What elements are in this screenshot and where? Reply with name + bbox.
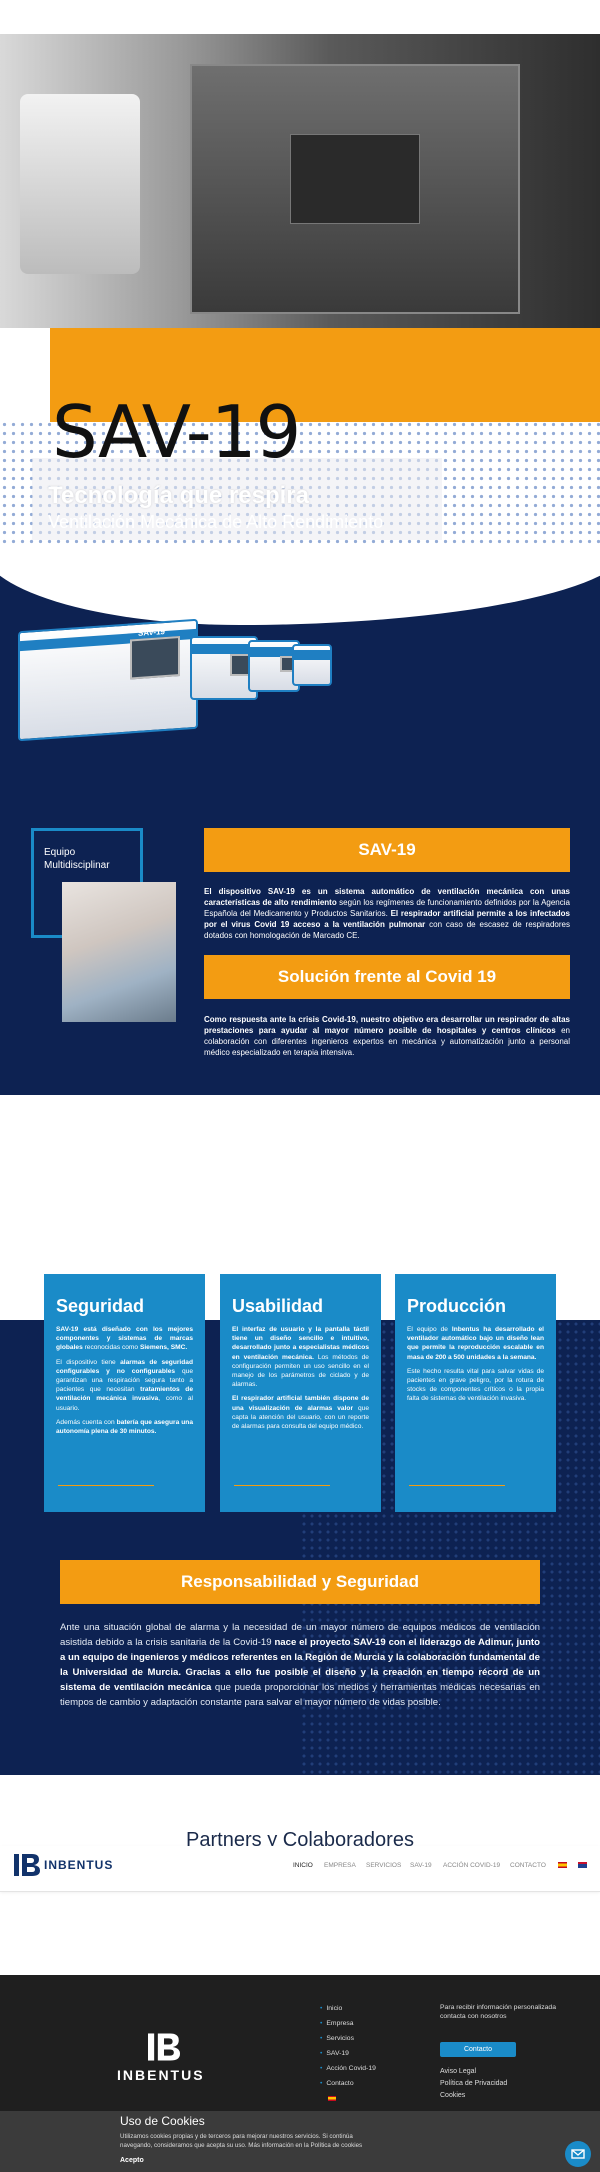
card-title: Usabilidad (232, 1296, 324, 1316)
responsabilidad-description: Ante una situación global de alarma y la… (60, 1620, 540, 1710)
hero-subtitle: Tecnología que respira (48, 482, 309, 509)
unit-label: SAV-19 (138, 627, 165, 638)
solucion-description: Como respuesta ante la crisis Covid-19, … (204, 1014, 570, 1058)
card-paragraph: Este hecho resulta vital para salvar vid… (407, 1367, 544, 1403)
ventilator-unit: SAV-19 (18, 618, 198, 742)
circuit-board-image (290, 134, 420, 224)
footer-link-accion-covid[interactable]: Acción Covid-19 (320, 2065, 376, 2072)
equipo-label: Equipo Multidisciplinar (44, 847, 110, 871)
card-divider (409, 1485, 505, 1486)
footer-link-contacto[interactable]: Contacto (320, 2080, 353, 2087)
ventilator-unit (292, 644, 332, 686)
nav-logo-text[interactable]: INBENTUS (44, 1858, 113, 1872)
card-title: Seguridad (56, 1296, 145, 1316)
cookies-link[interactable]: Cookies (440, 2092, 465, 2099)
mail-button[interactable] (565, 2141, 591, 2167)
card-produccion: Producción El equipo de Inbentus ha desa… (395, 1274, 556, 1512)
contact-button[interactable]: Contacto (440, 2042, 516, 2057)
team-photo (62, 882, 176, 1022)
cookie-text: Utilizamos cookies propias y de terceros… (120, 2133, 363, 2149)
sav19-heading-button[interactable]: SAV-19 (204, 828, 570, 872)
card-paragraph: SAV-19 está diseñado con los mejores com… (56, 1326, 193, 1352)
nav-item-sav19[interactable]: SAV-19 (410, 1862, 432, 1869)
cookie-title: Uso de Cookies (120, 2114, 205, 2128)
device-image (20, 94, 140, 274)
card-paragraph: Además cuenta con batería que asegura un… (56, 1418, 193, 1436)
hero-tagline: Ventilación Mecánica de Alto Rendimiento (48, 512, 384, 532)
flag-es-icon[interactable] (328, 2096, 336, 2101)
inbentus-logo-icon[interactable] (14, 1854, 40, 1876)
card-divider (234, 1485, 330, 1486)
solucion-heading-button[interactable]: Solución frente al Covid 19 (204, 955, 570, 999)
footer-logo-text: INBENTUS (117, 2067, 205, 2083)
nav-item-inicio[interactable]: INICIO (293, 1862, 313, 1869)
card-paragraph: El dispositivo tiene alarmas de segurida… (56, 1358, 193, 1412)
footer-link-servicios[interactable]: Servicios (320, 2035, 354, 2042)
card-usabilidad: Usabilidad El interfaz de usuario y la p… (220, 1274, 381, 1512)
card-paragraph: El equipo de Inbentus ha desarrollado el… (407, 1326, 544, 1361)
footer-link-empresa[interactable]: Empresa (320, 2020, 353, 2027)
footer-note: Para recibir información personalizada c… (440, 2004, 556, 2020)
responsabilidad-heading-button[interactable]: Responsabilidad y Seguridad (60, 1560, 540, 1604)
card-divider (58, 1485, 154, 1486)
card-seguridad: Seguridad SAV-19 está diseñado con los m… (44, 1274, 205, 1512)
card-paragraph: El interfaz de usuario y la pantalla tác… (232, 1326, 369, 1389)
aviso-legal-link[interactable]: Aviso Legal (440, 2068, 476, 2075)
card-paragraph: El respirador artificial también dispone… (232, 1395, 369, 1431)
card-title: Producción (407, 1296, 507, 1316)
privacidad-link[interactable]: Política de Privacidad (440, 2080, 507, 2087)
inbentus-logo-icon (148, 2033, 180, 2061)
nav-item-contacto[interactable]: CONTACTO (510, 1862, 546, 1869)
flag-es-icon[interactable] (558, 1862, 567, 1868)
cookie-accept-button[interactable]: Acepto (120, 2157, 144, 2164)
nav-item-servicios[interactable]: SERVICIOS (366, 1862, 401, 1869)
nav-item-empresa[interactable]: EMPRESA (324, 1862, 356, 1869)
footer-link-sav19[interactable]: SAV-19 (320, 2050, 349, 2057)
sav19-description: El dispositivo SAV-19 es un sistema auto… (204, 886, 570, 941)
flag-en-icon[interactable] (578, 1862, 587, 1868)
nav-item-accion-covid[interactable]: ACCIÓN COVID-19 (443, 1862, 500, 1869)
footer-link-inicio[interactable]: Inicio (320, 2005, 342, 2012)
hero-photo (0, 34, 600, 328)
solucion-text-bold: Como respuesta ante la crisis Covid-19, … (204, 1015, 570, 1035)
mail-icon (571, 2149, 585, 2159)
